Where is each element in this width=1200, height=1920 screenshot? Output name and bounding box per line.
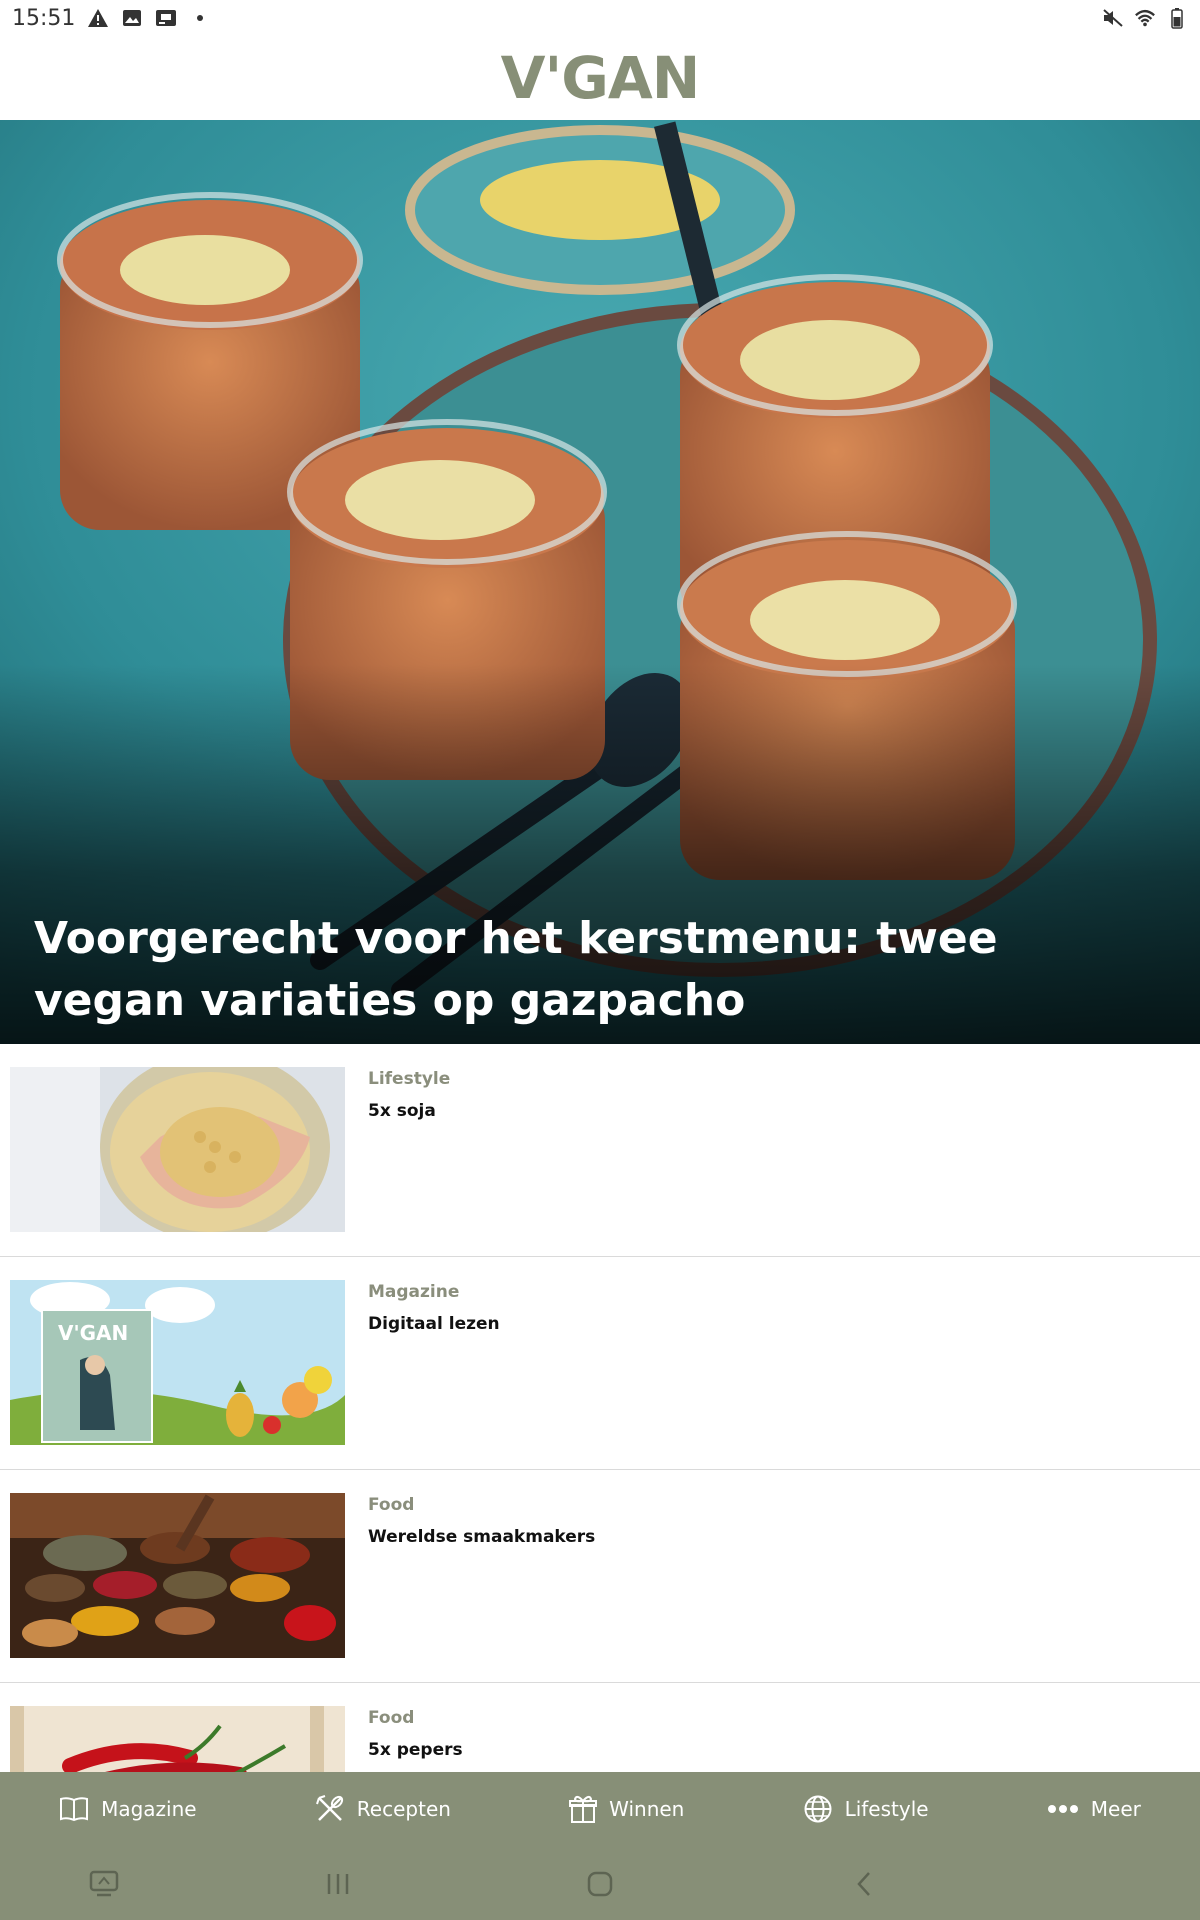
list-item[interactable]: Lifestyle 5x soja: [0, 1044, 1200, 1257]
list-item[interactable]: V'GAN Magazine Digitaal lezen: [0, 1257, 1200, 1470]
back-icon[interactable]: [846, 1866, 882, 1902]
article-title[interactable]: 5x soja: [368, 1101, 450, 1121]
article-thumbnail-soy: [10, 1067, 345, 1232]
tab-label: Recepten: [356, 1797, 451, 1821]
book-icon: [59, 1796, 89, 1822]
screen-icon[interactable]: [86, 1866, 122, 1902]
system-nav-bar: [0, 1846, 1200, 1920]
home-icon[interactable]: [582, 1866, 618, 1902]
bottom-tab-bar: Magazine Recepten Winnen Lifestyle Meer: [0, 1772, 1200, 1846]
article-title[interactable]: Digitaal lezen: [368, 1314, 500, 1334]
tab-label: Meer: [1090, 1797, 1141, 1821]
article-category: Food: [368, 1495, 415, 1515]
article-category: Food: [368, 1708, 415, 1728]
wifi-icon: [1134, 7, 1156, 29]
tab-lifestyle[interactable]: Lifestyle: [803, 1794, 929, 1824]
article-title[interactable]: Wereldse smaakmakers: [368, 1527, 595, 1547]
logo-text: V'GAN: [500, 44, 701, 112]
article-category: Lifestyle: [368, 1069, 451, 1089]
cast-icon: [155, 7, 177, 29]
tab-magazine[interactable]: Magazine: [59, 1796, 197, 1822]
battery-icon: [1166, 7, 1188, 29]
status-time: 15:51: [12, 5, 76, 31]
image-icon: [121, 7, 143, 29]
gift-icon: [569, 1794, 598, 1824]
hero-title[interactable]: Voorgerecht voor het kerstmenu: twee veg…: [34, 908, 1140, 1032]
mute-icon: [1102, 7, 1124, 29]
status-bar: 15:51: [0, 0, 1200, 36]
article-category: Magazine: [368, 1282, 460, 1302]
article-thumbnail-spices: [10, 1493, 345, 1658]
tab-label: Lifestyle: [844, 1797, 929, 1821]
alert-icon: [87, 7, 109, 29]
article-list: Lifestyle 5x soja V'GAN Magazine Digitaa…: [0, 1044, 1200, 1896]
recent-apps-icon[interactable]: [320, 1866, 356, 1902]
hero-article[interactable]: Voorgerecht voor het kerstmenu: twee veg…: [0, 120, 1200, 1044]
article-title[interactable]: 5x pepers: [368, 1740, 463, 1760]
more-dots-icon: [1047, 1804, 1079, 1814]
dot-icon: [189, 7, 211, 29]
globe-icon: [803, 1794, 833, 1824]
tab-recepten[interactable]: Recepten: [315, 1794, 451, 1824]
tab-label: Winnen: [609, 1797, 685, 1821]
svg-text:V'GAN: V'GAN: [58, 1321, 128, 1345]
list-item[interactable]: Food Wereldse smaakmakers: [0, 1470, 1200, 1683]
article-thumbnail-magazine: V'GAN: [10, 1280, 345, 1445]
utensils-icon: [315, 1794, 345, 1824]
app-header: V'GAN: [0, 36, 1200, 120]
tab-meer[interactable]: Meer: [1047, 1797, 1141, 1821]
tab-winnen[interactable]: Winnen: [569, 1794, 684, 1824]
logo[interactable]: V'GAN: [501, 49, 701, 107]
tab-label: Magazine: [101, 1797, 197, 1821]
